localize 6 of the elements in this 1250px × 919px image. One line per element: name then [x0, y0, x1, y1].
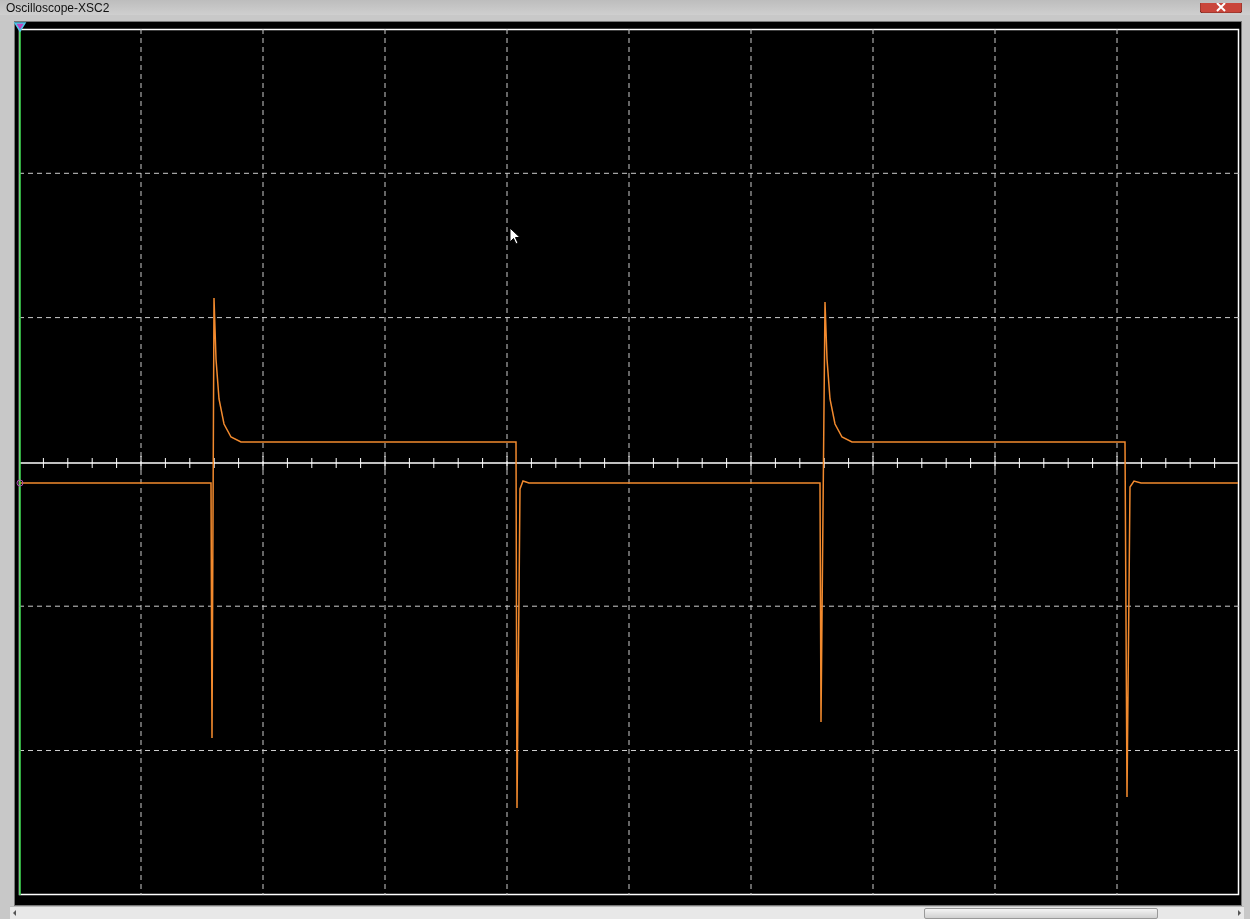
- channel-marker-icon[interactable]: [16, 479, 24, 487]
- mouse-pointer-icon: [509, 227, 521, 246]
- scrollbar-thumb[interactable]: [924, 908, 1158, 919]
- close-icon[interactable]: [1200, 2, 1242, 13]
- window-title: Oscilloscope-XSC2: [6, 0, 110, 15]
- cursor-marker-icon[interactable]: [13, 22, 27, 33]
